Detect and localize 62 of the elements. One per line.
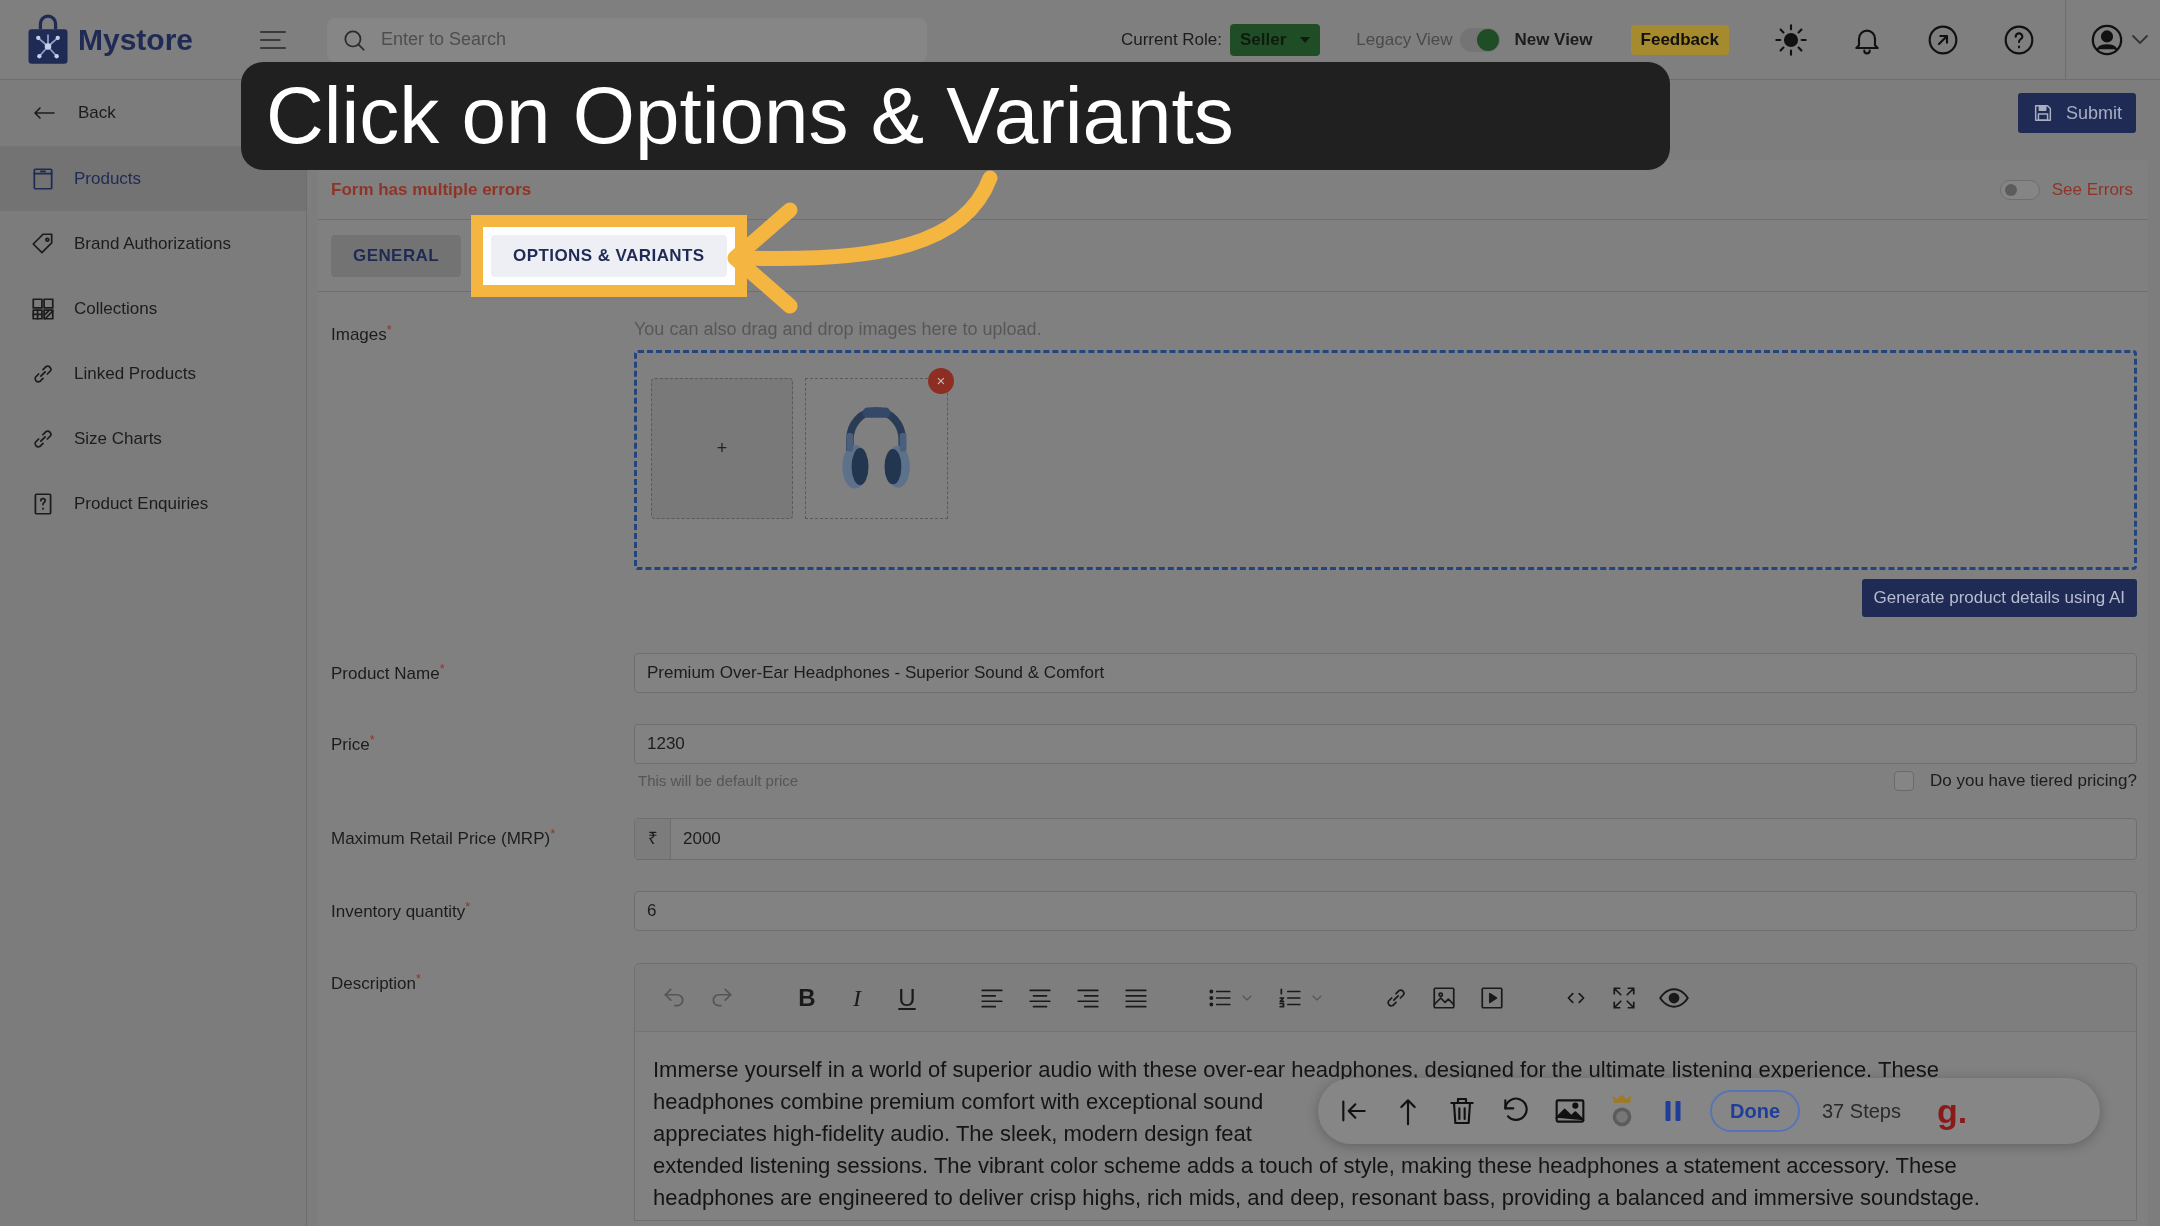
done-button[interactable]: Done bbox=[1710, 1090, 1800, 1132]
add-image-tile[interactable]: + bbox=[651, 378, 793, 519]
field-label: Product Name$^{*}$ bbox=[331, 659, 446, 685]
input-field[interactable]: 2000 bbox=[671, 819, 2136, 859]
description-line: extended listening sessions. The vibrant color scheme adds a touch of style, making these headphones a statement accessory. These bbox=[653, 1152, 1957, 1180]
fullscreen-icon[interactable] bbox=[1611, 984, 1637, 1011]
field-label: Inventory quantity$^{*}$ bbox=[331, 897, 472, 923]
grid-icon bbox=[30, 295, 56, 322]
caret-icon bbox=[1300, 36, 1311, 43]
field-label: Images$^{*}$ bbox=[331, 320, 393, 346]
steps-count: 37 Steps bbox=[1822, 1099, 1901, 1124]
tab[interactable]: GENERAL bbox=[331, 234, 462, 277]
input-field[interactable]: 1230 bbox=[634, 724, 2137, 764]
role-label: Current Role: bbox=[1120, 28, 1223, 51]
field-label: Price$^{*}$ bbox=[331, 730, 376, 756]
field-label: Description$^{*}$ bbox=[331, 969, 422, 995]
video-icon[interactable] bbox=[1479, 984, 1505, 1011]
input-field[interactable]: Premium Over-Ear Headphones - Superior Sound & Comfort bbox=[634, 653, 2137, 693]
image-icon[interactable] bbox=[1431, 984, 1457, 1011]
recorder-logo: g. bbox=[1936, 1090, 1968, 1132]
chevron-down-icon bbox=[2132, 35, 2148, 44]
view-toggle[interactable] bbox=[1460, 27, 1501, 52]
user-avatar-icon bbox=[2090, 22, 2124, 57]
checkbox-label: Do you have tiered pricing? bbox=[1930, 770, 2137, 793]
format-button[interactable]: U bbox=[893, 979, 921, 1016]
field-label: Maximum Retail Price (MRP)$^{*}$ bbox=[331, 824, 557, 850]
image-drop-zone[interactable]: + × bbox=[634, 350, 2137, 570]
description-line: headphones combine premium comfort with exceptional sound bbox=[653, 1088, 1264, 1116]
tab[interactable]: OPTIONS & VARIANTS bbox=[491, 234, 727, 277]
new-view-label: New View bbox=[1514, 28, 1593, 51]
sidebar-item[interactable]: Collections bbox=[0, 276, 306, 341]
logo-text: Mystore bbox=[78, 22, 194, 58]
currency-addon: ₹ bbox=[635, 819, 671, 859]
description-line: appreciates high-fidelity audio. The sleek, modern design feat bbox=[653, 1120, 1252, 1148]
format-button[interactable]: I bbox=[843, 979, 871, 1016]
see-errors-toggle[interactable] bbox=[1999, 179, 2040, 200]
generate-ai-button[interactable]: Generate product details using AI bbox=[1861, 579, 2137, 617]
error-message: Form has multiple errors bbox=[331, 178, 532, 201]
sidebar-item[interactable]: Linked Products bbox=[0, 341, 306, 406]
checkbox[interactable] bbox=[1894, 771, 1915, 791]
description-line: headphones are engineered to deliver crisp highs, rich mids, and deep, resonant bass, providing a balanced and immersive soundstage. bbox=[653, 1184, 1980, 1212]
box-icon bbox=[30, 165, 56, 192]
remove-image-button[interactable]: × bbox=[928, 368, 954, 394]
feedback-button[interactable]: Feedback bbox=[1630, 24, 1729, 55]
sidebar-item[interactable]: Product Enquiries bbox=[0, 471, 306, 536]
description-line: Immerse yourself in a world of superior audio with these over-ear headphones, designed for the ultimate listening experience. These bbox=[653, 1056, 1940, 1084]
search-bar[interactable]: Enter to Search bbox=[327, 17, 927, 62]
sidebar-item[interactable]: Products bbox=[0, 146, 306, 211]
external-link-icon[interactable] bbox=[1927, 23, 1959, 56]
currency-input-group[interactable]: ₹ 2000 bbox=[634, 818, 2137, 860]
back-link[interactable]: Back bbox=[30, 80, 122, 146]
sun-icon[interactable] bbox=[1775, 23, 1807, 56]
search-field[interactable]: Enter to Search bbox=[381, 26, 913, 53]
submit-button[interactable]: Submit bbox=[2017, 93, 2136, 133]
help-icon[interactable] bbox=[2003, 23, 2035, 56]
sidebar-item[interactable]: Size Charts bbox=[0, 406, 306, 471]
sidebar-item[interactable]: Brand Authorizations bbox=[0, 211, 306, 276]
see-errors-label: See Errors bbox=[2051, 178, 2133, 201]
format-button[interactable]: B bbox=[793, 979, 821, 1016]
shopping-bag-logo-icon bbox=[26, 13, 70, 66]
user-menu-button[interactable] bbox=[2090, 22, 2148, 57]
input-field[interactable]: 6 bbox=[634, 891, 2137, 931]
